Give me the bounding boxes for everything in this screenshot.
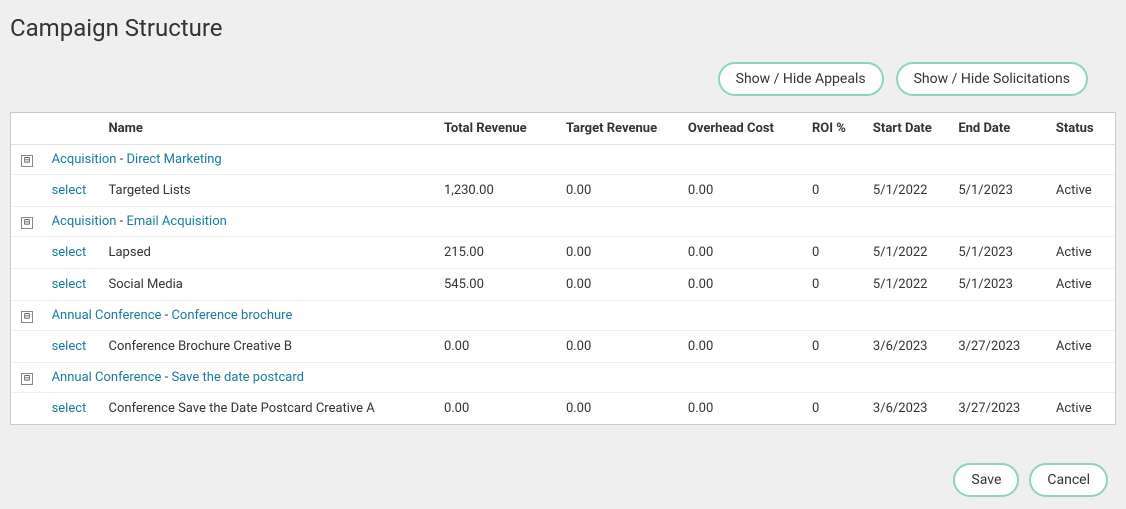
group-separator: - — [161, 370, 171, 385]
campaign-link[interactable]: Annual Conference — [52, 370, 162, 385]
row-name: Social Media — [102, 269, 437, 301]
row-name: Conference Save the Date Postcard Creati… — [102, 393, 437, 425]
row-start-date: 5/1/2022 — [867, 269, 952, 301]
row-total-revenue: 0.00 — [438, 393, 560, 425]
row-total-revenue: 215.00 — [438, 237, 560, 269]
toolbar: Show / Hide Appeals Show / Hide Solicita… — [0, 52, 1126, 112]
row-target-revenue: 0.00 — [560, 331, 682, 363]
row-roi: 0 — [806, 393, 867, 425]
col-header-total-revenue: Total Revenue — [438, 113, 560, 145]
col-header-start-date: Start Date — [867, 113, 952, 145]
row-overhead-cost: 0.00 — [682, 393, 806, 425]
row-overhead-cost: 0.00 — [682, 331, 806, 363]
col-header-target-revenue: Target Revenue — [560, 113, 682, 145]
group-separator: - — [116, 152, 126, 167]
appeal-link[interactable]: Email Acquisition — [127, 214, 227, 229]
table-row: selectTargeted Lists1,230.000.000.0005/1… — [11, 175, 1115, 207]
row-total-revenue: 1,230.00 — [438, 175, 560, 207]
row-roi: 0 — [806, 269, 867, 301]
row-status: Active — [1050, 331, 1115, 363]
collapse-icon[interactable]: ⊟ — [21, 373, 33, 385]
col-header-end-date: End Date — [952, 113, 1050, 145]
group-row: ⊟ Acquisition - Email Acquisition — [11, 207, 1115, 237]
row-target-revenue: 0.00 — [560, 175, 682, 207]
toggle-appeals-button[interactable]: Show / Hide Appeals — [718, 62, 884, 96]
collapse-icon[interactable]: ⊟ — [21, 311, 33, 323]
row-overhead-cost: 0.00 — [682, 237, 806, 269]
col-header-overhead-cost: Overhead Cost — [682, 113, 806, 145]
row-overhead-cost: 0.00 — [682, 175, 806, 207]
table-row: selectSocial Media545.000.000.0005/1/202… — [11, 269, 1115, 301]
row-status: Active — [1050, 237, 1115, 269]
group-separator: - — [116, 214, 126, 229]
cancel-button[interactable]: Cancel — [1029, 463, 1108, 497]
group-separator: - — [161, 308, 171, 323]
select-link[interactable]: select — [52, 183, 87, 198]
col-header-roi: ROI % — [806, 113, 867, 145]
appeal-link[interactable]: Direct Marketing — [127, 152, 222, 167]
row-total-revenue: 0.00 — [438, 331, 560, 363]
campaign-link[interactable]: Annual Conference — [52, 308, 162, 323]
select-link[interactable]: select — [52, 339, 87, 354]
table-row: selectLapsed215.000.000.0005/1/20225/1/2… — [11, 237, 1115, 269]
group-row: ⊟ Acquisition - Direct Marketing — [11, 145, 1115, 175]
campaign-link[interactable]: Acquisition — [52, 152, 117, 167]
dialog-footer: Save Cancel — [953, 463, 1108, 497]
appeal-link[interactable]: Save the date postcard — [171, 370, 304, 385]
campaign-table: Name Total Revenue Target Revenue Overhe… — [10, 112, 1116, 425]
appeal-link[interactable]: Conference brochure — [171, 308, 292, 323]
select-link[interactable]: select — [52, 401, 87, 416]
row-total-revenue: 545.00 — [438, 269, 560, 301]
row-target-revenue: 0.00 — [560, 393, 682, 425]
row-end-date: 3/27/2023 — [952, 393, 1050, 425]
col-header-name: Name — [102, 113, 437, 145]
row-name: Lapsed — [102, 237, 437, 269]
row-end-date: 5/1/2023 — [952, 269, 1050, 301]
row-target-revenue: 0.00 — [560, 269, 682, 301]
row-target-revenue: 0.00 — [560, 237, 682, 269]
row-name: Conference Brochure Creative B — [102, 331, 437, 363]
group-row: ⊟ Annual Conference - Conference brochure — [11, 301, 1115, 331]
select-link[interactable]: select — [52, 277, 87, 292]
collapse-icon[interactable]: ⊟ — [21, 217, 33, 229]
select-link[interactable]: select — [52, 245, 87, 260]
row-start-date: 5/1/2022 — [867, 175, 952, 207]
row-status: Active — [1050, 393, 1115, 425]
row-status: Active — [1050, 269, 1115, 301]
row-start-date: 3/6/2023 — [867, 393, 952, 425]
collapse-icon[interactable]: ⊟ — [21, 155, 33, 167]
row-name: Targeted Lists — [102, 175, 437, 207]
table-row: selectConference Brochure Creative B0.00… — [11, 331, 1115, 363]
col-header-status: Status — [1050, 113, 1115, 145]
row-roi: 0 — [806, 331, 867, 363]
toggle-solicitations-button[interactable]: Show / Hide Solicitations — [896, 62, 1088, 96]
group-row: ⊟ Annual Conference - Save the date postc… — [11, 363, 1115, 393]
row-start-date: 3/6/2023 — [867, 331, 952, 363]
campaign-link[interactable]: Acquisition — [52, 214, 117, 229]
page-title: Campaign Structure — [0, 0, 1126, 52]
row-roi: 0 — [806, 175, 867, 207]
row-end-date: 3/27/2023 — [952, 331, 1050, 363]
row-end-date: 5/1/2023 — [952, 237, 1050, 269]
save-button[interactable]: Save — [953, 463, 1019, 497]
table-row: select Conference Save the Date Postcard … — [11, 393, 1115, 425]
row-roi: 0 — [806, 237, 867, 269]
row-start-date: 5/1/2022 — [867, 237, 952, 269]
row-overhead-cost: 0.00 — [682, 269, 806, 301]
row-status: Active — [1050, 175, 1115, 207]
row-end-date: 5/1/2023 — [952, 175, 1050, 207]
